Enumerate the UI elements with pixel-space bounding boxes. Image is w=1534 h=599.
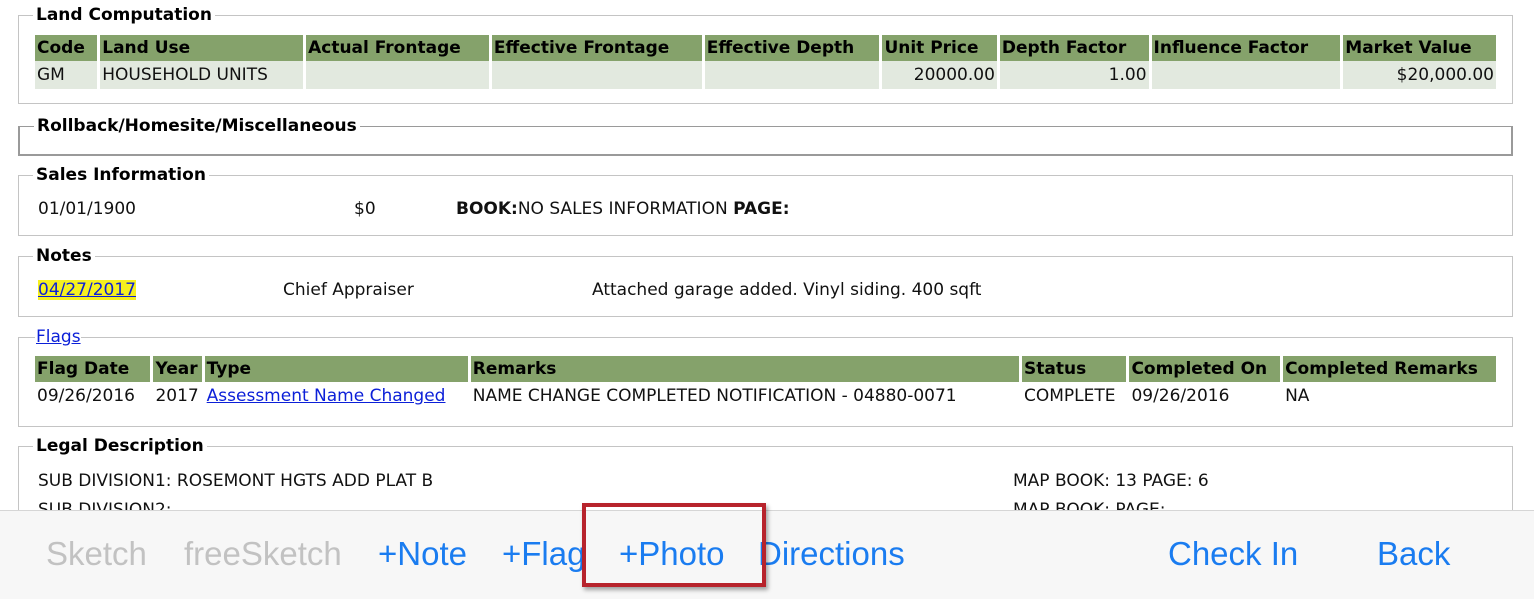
sales-book-line: BOOK:NO SALES INFORMATION PAGE: — [456, 199, 790, 219]
bottom-toolbar: Sketch freeSketch +Note +Flag +Photo Dir… — [0, 510, 1534, 599]
check-in-button[interactable]: Check In — [1168, 534, 1298, 574]
flag-type-link[interactable]: Assessment Name Changed — [207, 386, 446, 406]
flag-header-completed-on: Completed On — [1129, 356, 1281, 382]
flag-header-type: Type — [204, 356, 468, 382]
directions-button[interactable]: Directions — [758, 534, 905, 574]
table-row: 09/26/2016 2017 Assessment Name Changed … — [35, 382, 1496, 410]
flags-legend-link[interactable]: Flags — [35, 327, 81, 347]
land-cell-effective-frontage — [491, 61, 702, 89]
sketch-button[interactable]: Sketch — [46, 534, 147, 574]
flag-header-status: Status — [1022, 356, 1127, 382]
add-note-button[interactable]: +Note — [378, 534, 467, 574]
land-computation-table: Code Land Use Actual Frontage Effective … — [32, 35, 1499, 89]
notes-legend: Notes — [36, 246, 92, 266]
legal-map-book1: MAP BOOK: 13 PAGE: 6 — [1013, 471, 1209, 491]
land-cell-market-value: $20,000.00 — [1343, 61, 1496, 89]
land-cell-influence-factor — [1151, 61, 1341, 89]
flags-link[interactable]: Flags — [36, 327, 81, 347]
legal-description-legend: Legal Description — [36, 436, 204, 456]
land-cell-effective-depth — [704, 61, 880, 89]
rollback-legend: Rollback/Homesite/Miscellaneous — [37, 116, 357, 136]
sales-page-label: PAGE: — [733, 199, 790, 219]
note-author: Chief Appraiser — [283, 280, 414, 300]
flag-cell-year: 2017 — [155, 386, 199, 406]
land-cell-land-use: HOUSEHOLD UNITS — [100, 61, 304, 89]
land-header-influence-factor: Influence Factor — [1151, 35, 1341, 61]
land-header-actual-frontage: Actual Frontage — [306, 35, 489, 61]
note-date-link[interactable]: 04/27/2017 — [38, 280, 136, 300]
land-header-effective-depth: Effective Depth — [704, 35, 880, 61]
land-cell-unit-price: 20000.00 — [882, 61, 997, 89]
land-header-unit-price: Unit Price — [882, 35, 997, 61]
legal-subdivision1: SUB DIVISION1: ROSEMONT HGTS ADD PLAT B — [38, 471, 434, 491]
table-row: GM HOUSEHOLD UNITS 20000.00 1.00 $20,000… — [35, 61, 1496, 89]
flag-cell-type: Assessment Name Changed — [205, 382, 468, 410]
flag-cell-completed-on: 09/26/2016 — [1131, 386, 1230, 406]
flag-header-date: Flag Date — [35, 356, 151, 382]
back-button[interactable]: Back — [1377, 534, 1450, 574]
land-computation-legend: Land Computation — [36, 5, 212, 25]
flag-cell-date: 09/26/2016 — [37, 386, 135, 406]
land-header-depth-factor: Depth Factor — [999, 35, 1149, 61]
flag-cell-remarks: NAME CHANGE COMPLETED NOTIFICATION - 048… — [472, 386, 957, 406]
flags-table: Flag Date Year Type Remarks Status Compl… — [32, 356, 1499, 410]
flag-header-completed-remarks: Completed Remarks — [1283, 356, 1496, 382]
sales-book-label: BOOK: — [456, 199, 518, 219]
land-header-code: Code — [35, 35, 98, 61]
land-header-land-use: Land Use — [100, 35, 304, 61]
add-flag-button[interactable]: +Flag — [502, 534, 585, 574]
flag-cell-status: COMPLETE — [1024, 386, 1116, 406]
freesketch-button[interactable]: freeSketch — [184, 534, 342, 574]
photo-highlight-box — [582, 503, 766, 587]
flag-header-remarks: Remarks — [470, 356, 1020, 382]
sales-date: 01/01/1900 — [38, 199, 136, 219]
land-header-effective-frontage: Effective Frontage — [491, 35, 702, 61]
land-cell-code: GM — [35, 61, 98, 89]
sales-price: $0 — [354, 199, 376, 219]
rollback-section: Rollback/Homesite/Miscellaneous — [18, 116, 1513, 156]
sales-information-legend: Sales Information — [36, 165, 206, 185]
parcel-detail-content: Land Computation Code Land Use Actual Fr… — [0, 0, 1534, 598]
flag-header-year: Year — [153, 356, 202, 382]
flag-cell-completed-remarks: NA — [1285, 386, 1310, 406]
sales-book-value: NO SALES INFORMATION — [517, 199, 728, 219]
land-cell-depth-factor: 1.00 — [999, 61, 1149, 89]
land-cell-actual-frontage — [306, 61, 489, 89]
note-text: Attached garage added. Vinyl siding. 400… — [592, 280, 982, 300]
land-header-market-value: Market Value — [1343, 35, 1496, 61]
